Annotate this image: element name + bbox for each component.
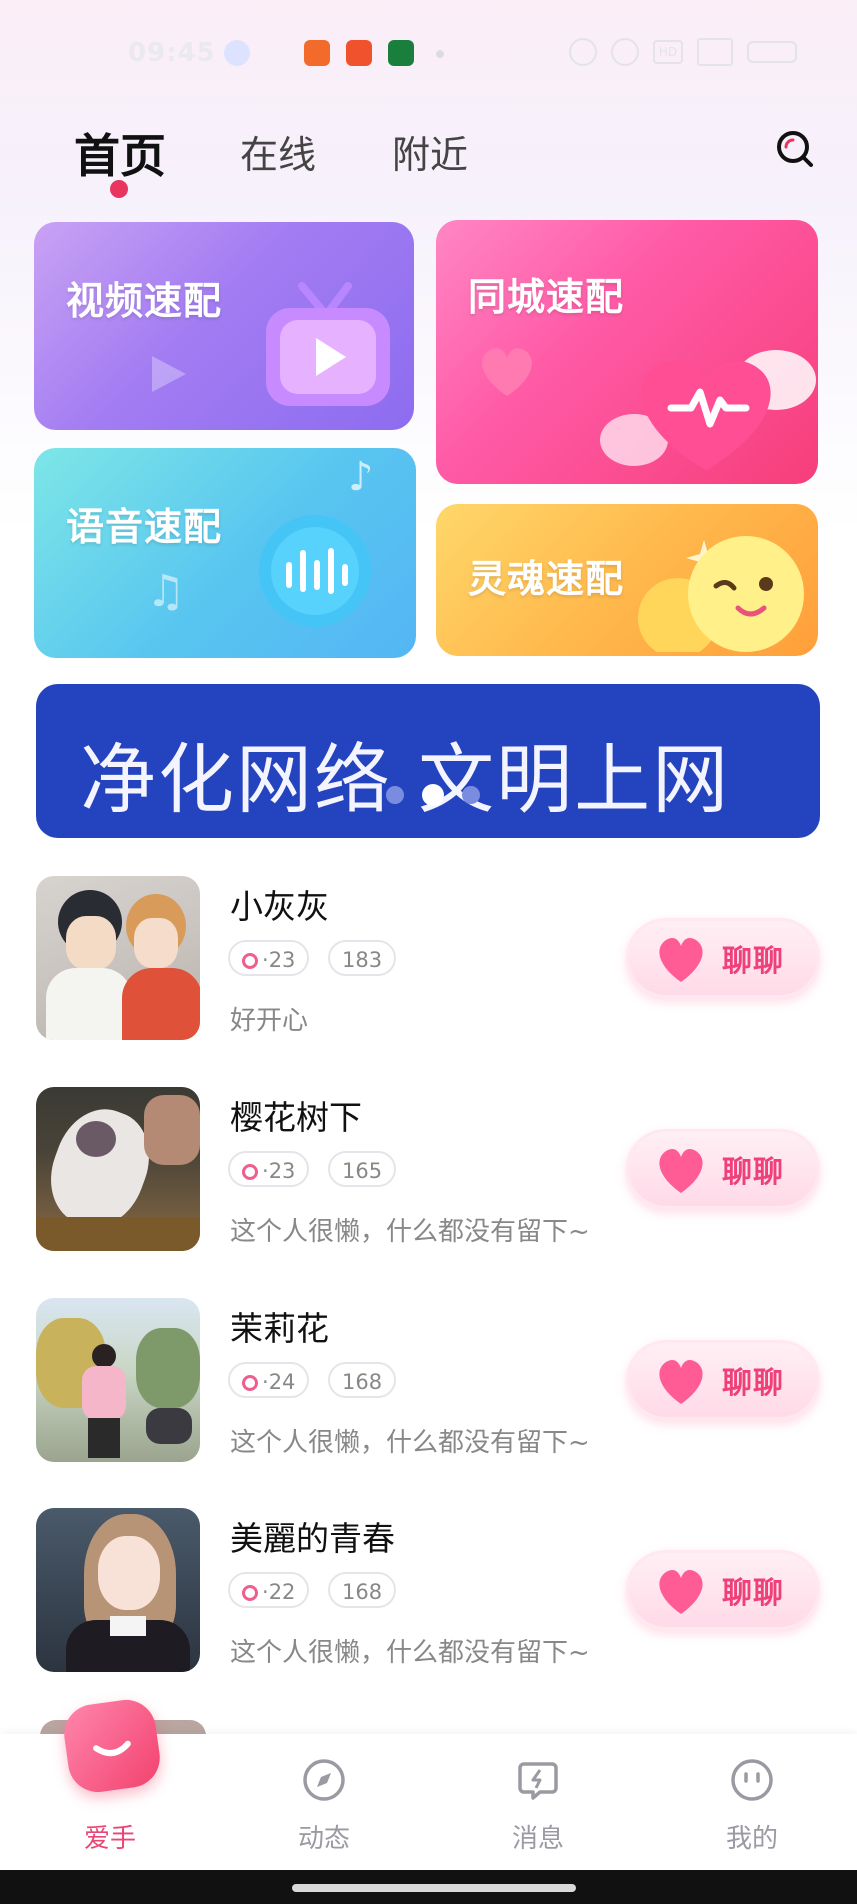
tv-play-icon — [266, 282, 390, 406]
avatar[interactable] — [36, 1298, 200, 1462]
female-gender-icon — [242, 953, 258, 969]
banner-pagination — [386, 784, 480, 806]
avatar[interactable] — [36, 1508, 200, 1672]
heart-icon — [659, 937, 703, 982]
user-name: 樱花树下 — [230, 1098, 362, 1137]
user-signature: 这个人很懒，什么都没有留下~ — [230, 1217, 590, 1247]
battery-icon — [747, 41, 797, 63]
female-gender-icon — [242, 1585, 258, 1601]
banner-dot[interactable] — [386, 786, 404, 804]
height-badge: 183 — [328, 940, 397, 976]
soul-match-title: 灵魂速配 — [468, 557, 625, 601]
smile-mark — [93, 1740, 131, 1757]
tab-online[interactable]: 在线 — [240, 124, 316, 179]
nav-home-label: 爱手 — [83, 1824, 136, 1854]
cloud-app-icon — [224, 40, 250, 66]
voice-match-title: 语音速配 — [66, 505, 223, 549]
active-tab-indicator — [110, 180, 128, 198]
banner-text: 净化网络 文明上网 — [80, 735, 731, 824]
user-signature: 这个人很懒，什么都没有留下~ — [230, 1638, 590, 1668]
small-heart-icon — [482, 348, 532, 396]
status-icons: HD — [569, 38, 797, 66]
tab-nearby[interactable]: 附近 — [392, 124, 468, 179]
user-signature: 这个人很懒，什么都没有留下~ — [230, 1428, 590, 1458]
heart-icon — [659, 1359, 703, 1404]
home-smile-icon[interactable] — [60, 1696, 164, 1796]
chat-button[interactable]: 聊聊 — [626, 918, 820, 998]
video-match-title: 视频速配 — [66, 279, 223, 323]
status-time: 09:45 — [128, 38, 216, 68]
height-badge: 168 — [328, 1572, 397, 1608]
alarm-icon — [569, 38, 597, 66]
top-tabs: 首页 在线 附近 — [0, 120, 857, 200]
notification-dot-icon — [436, 50, 444, 58]
chat-button[interactable]: 聊聊 — [626, 1550, 820, 1630]
heart-icon — [659, 1148, 703, 1193]
avatar[interactable] — [36, 1087, 200, 1251]
user-name: 美麗的青春 — [230, 1519, 395, 1558]
list-item[interactable]: 茉莉花 ·24 168 这个人很懒，什么都没有留下~ 聊聊 — [36, 1298, 820, 1468]
status-bar: 09:45 HD — [0, 0, 857, 110]
female-gender-icon — [242, 1375, 258, 1391]
avatar[interactable] — [36, 876, 200, 1040]
nav-messages-label: 消息 — [511, 1824, 564, 1854]
user-name: 茉莉花 — [230, 1309, 329, 1348]
app-icon-orange — [304, 40, 330, 66]
list-item[interactable]: 美麗的青春 ·22 168 这个人很懒，什么都没有留下~ 聊聊 — [36, 1508, 820, 1678]
city-match-title: 同城速配 — [468, 275, 625, 319]
wink-face-icon — [638, 536, 804, 652]
video-app-icon — [346, 40, 372, 66]
location-icon — [611, 38, 639, 66]
chat-label: 聊聊 — [722, 1366, 784, 1401]
heart-icon — [659, 1569, 703, 1614]
height-badge: 168 — [328, 1362, 397, 1398]
user-signature: 好开心 — [230, 1006, 309, 1036]
promo-banner[interactable]: 净化网络 文明上网 — [36, 684, 820, 838]
female-gender-icon — [242, 1164, 258, 1180]
nav-messages[interactable]: 消息 — [438, 1734, 638, 1870]
chat-button[interactable]: 聊聊 — [626, 1129, 820, 1209]
heart-pulse-icon — [600, 350, 816, 470]
age-badge: ·23 — [228, 940, 310, 976]
signal-icon — [697, 38, 733, 66]
tab-home[interactable]: 首页 — [74, 120, 166, 186]
voice-wave-icon — [259, 515, 371, 627]
user-name: 小灰灰 — [230, 887, 329, 926]
play-decoration-icon — [152, 356, 186, 392]
age-badge: ·23 — [228, 1151, 310, 1187]
list-item[interactable]: 小灰灰 ·23 183 好开心 聊聊 — [36, 876, 820, 1046]
home-gesture-handle[interactable] — [292, 1884, 576, 1892]
video-match-card[interactable]: 视频速配 — [34, 222, 414, 430]
soul-match-card[interactable]: 灵魂速配 — [436, 504, 818, 656]
hd-icon: HD — [653, 40, 683, 64]
music-note-icon: ♫ — [146, 566, 186, 617]
voice-match-card[interactable]: 语音速配 ♫ ♪ — [34, 448, 416, 658]
nav-moments-label: 动态 — [297, 1824, 350, 1854]
nav-profile-label: 我的 — [725, 1824, 778, 1854]
nav-profile[interactable]: 我的 — [652, 1734, 852, 1870]
chat-label: 聊聊 — [722, 944, 784, 979]
system-navigation-bar — [0, 1870, 857, 1904]
banner-dot[interactable] — [462, 786, 480, 804]
chat-label: 聊聊 — [722, 1576, 784, 1611]
nav-moments[interactable]: 动态 — [224, 1734, 424, 1870]
banner-dot-active[interactable] — [422, 784, 444, 806]
oppo-app-icon — [388, 40, 414, 66]
search-icon[interactable] — [776, 130, 814, 168]
age-badge: ·24 — [228, 1362, 310, 1398]
music-note-icon: ♪ — [348, 454, 374, 500]
city-match-card[interactable]: 同城速配 — [436, 220, 818, 484]
age-badge: ·22 — [228, 1572, 310, 1608]
chat-label: 聊聊 — [722, 1155, 784, 1190]
list-item[interactable]: 樱花树下 ·23 165 这个人很懒，什么都没有留下~ 聊聊 — [36, 1087, 820, 1257]
chat-button[interactable]: 聊聊 — [626, 1340, 820, 1420]
height-badge: 165 — [328, 1151, 397, 1187]
profile-face-icon — [731, 1759, 773, 1801]
compass-icon — [303, 1759, 345, 1801]
message-icon — [518, 1762, 558, 1800]
